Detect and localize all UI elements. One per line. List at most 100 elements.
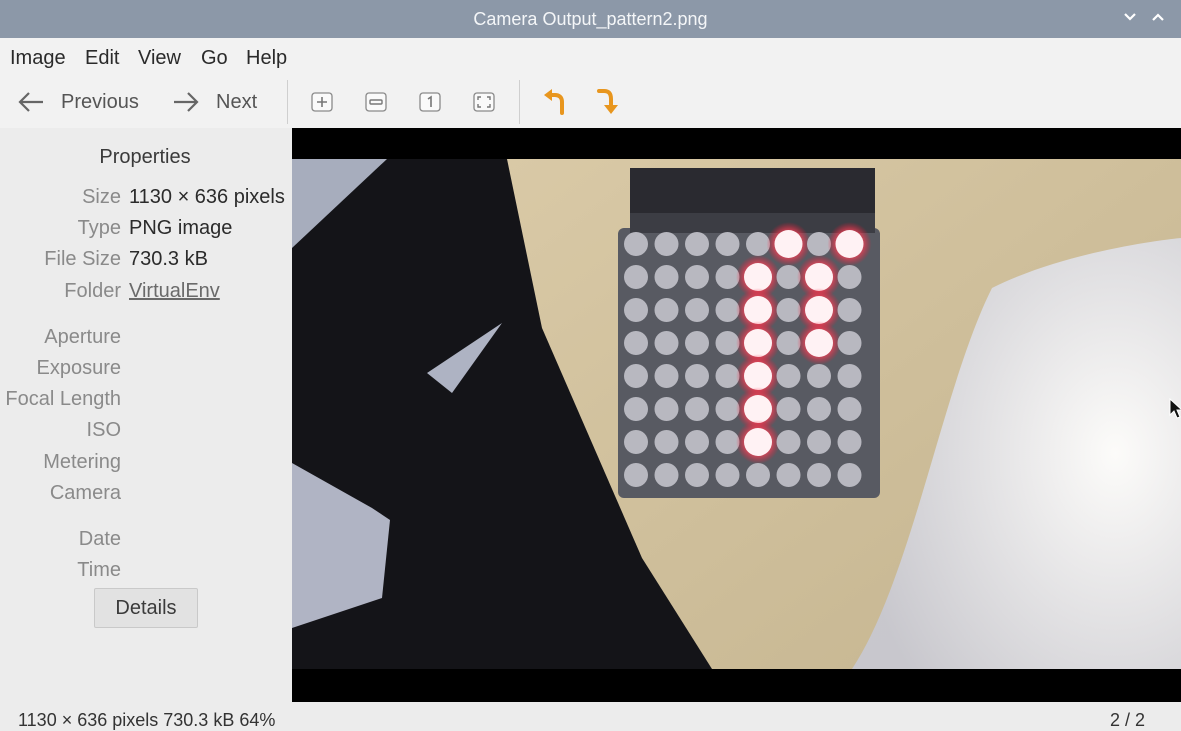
led-lit — [744, 428, 772, 456]
property-key: Exposure — [36, 357, 122, 379]
maximize-button[interactable] — [1148, 9, 1168, 29]
led-off — [807, 397, 831, 421]
properties-title: Properties — [99, 146, 191, 168]
property-row-time: Time — [0, 559, 292, 585]
led-lit — [744, 329, 772, 357]
led-off — [654, 265, 679, 289]
led-off — [685, 463, 709, 487]
led-lit — [744, 263, 772, 291]
property-row-iso: ISO — [0, 419, 292, 445]
menu-go[interactable]: Go — [201, 47, 228, 70]
menu-help[interactable]: Help — [246, 47, 287, 70]
property-key: Aperture — [44, 326, 121, 348]
led-lit — [774, 230, 803, 258]
zoom-fit-button[interactable] — [472, 90, 496, 114]
led-lit — [744, 296, 772, 324]
led-off — [715, 331, 740, 355]
led-off — [654, 364, 679, 388]
property-row-size: Size 1130 × 636 pixels — [0, 186, 292, 212]
rotate-left-button[interactable] — [541, 87, 569, 117]
led-off — [654, 298, 679, 322]
led-off — [685, 364, 709, 388]
led-off — [776, 430, 801, 454]
property-key: ISO — [86, 419, 121, 441]
image-viewport[interactable] — [292, 128, 1181, 702]
toolbar-separator — [519, 80, 520, 124]
led-off — [624, 232, 648, 256]
property-row-aperture: Aperture — [0, 326, 292, 352]
property-key: File Size — [44, 248, 121, 270]
led-off — [685, 265, 709, 289]
led-off — [624, 331, 648, 355]
led-off — [654, 397, 679, 421]
next-label: Next — [216, 91, 258, 113]
menu-bar: Image Edit View Go Help — [0, 38, 1181, 76]
property-key: Date — [78, 528, 121, 550]
menu-image[interactable]: Image — [10, 47, 66, 70]
zoom-in-button[interactable] — [310, 90, 334, 114]
led-off — [776, 265, 801, 289]
led-off — [715, 364, 740, 388]
rotate-left-icon — [544, 89, 564, 115]
arrow-right-icon — [174, 92, 199, 112]
led-off — [837, 397, 862, 421]
title-bar: Camera Output_pattern2.png — [0, 0, 1181, 38]
displayed-image — [292, 128, 1181, 702]
led-off — [776, 463, 801, 487]
led-off — [807, 364, 831, 388]
details-button[interactable]: Details — [94, 588, 198, 628]
property-row-focal-length: Focal Length — [0, 388, 292, 414]
led-off — [654, 232, 679, 256]
led-off — [715, 265, 740, 289]
previous-button[interactable]: Previous — [14, 86, 144, 118]
led-off — [685, 232, 709, 256]
zoom-normal-icon — [419, 92, 441, 112]
led-lit — [744, 362, 772, 390]
led-off — [715, 463, 740, 487]
status-image-position: 2 / 2 — [1109, 710, 1145, 730]
led-lit — [805, 263, 833, 291]
zoom-in-icon — [311, 92, 333, 112]
zoom-fit-icon — [473, 92, 495, 112]
led-lit — [805, 296, 833, 324]
led-off — [654, 331, 679, 355]
menu-edit[interactable]: Edit — [85, 47, 119, 70]
led-off — [837, 364, 862, 388]
led-off — [715, 397, 740, 421]
led-off — [776, 298, 801, 322]
led-lit — [835, 230, 864, 258]
led-off — [624, 397, 648, 421]
led-off — [837, 298, 862, 322]
arrow-left-icon — [18, 92, 43, 112]
led-off — [776, 397, 801, 421]
folder-link[interactable]: VirtualEnv — [129, 280, 220, 303]
window-title: Camera Output_pattern2.png — [473, 9, 708, 29]
led-off — [776, 331, 801, 355]
chevron-up-icon — [1152, 13, 1164, 21]
led-off — [837, 430, 862, 454]
led-off — [685, 430, 709, 454]
property-key: Camera — [49, 482, 121, 504]
chevron-down-icon — [1124, 13, 1136, 21]
zoom-out-button[interactable] — [364, 90, 388, 114]
property-value: PNG image — [129, 217, 233, 239]
led-off — [807, 430, 831, 454]
menu-view[interactable]: View — [138, 47, 181, 70]
led-off — [685, 397, 709, 421]
led-off — [685, 331, 709, 355]
next-button[interactable]: Next — [170, 86, 265, 118]
rotate-right-button[interactable] — [595, 87, 623, 117]
led-off — [685, 298, 709, 322]
led-off — [715, 430, 740, 454]
property-key: Folder — [64, 280, 121, 302]
led-off — [746, 232, 770, 256]
led-off — [776, 364, 801, 388]
led-off — [624, 364, 648, 388]
led-off — [624, 298, 648, 322]
rotate-right-icon — [597, 89, 618, 114]
led-off — [654, 463, 679, 487]
property-row-file-size: File Size 730.3 kB — [0, 248, 292, 274]
zoom-normal-button[interactable] — [418, 90, 442, 114]
led-off — [837, 265, 862, 289]
minimize-button[interactable] — [1120, 9, 1140, 29]
